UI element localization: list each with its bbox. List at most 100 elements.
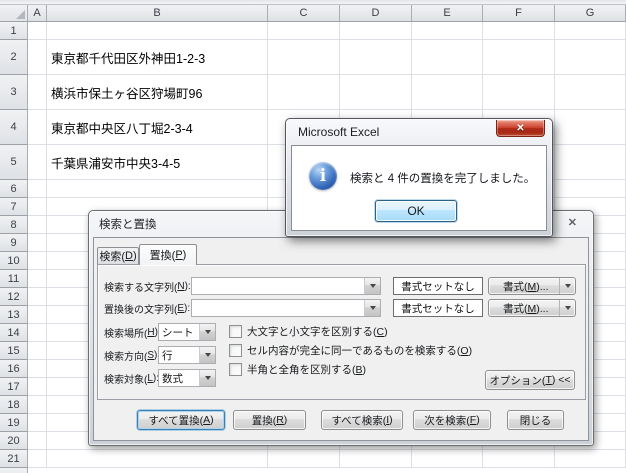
grid-cell[interactable] — [412, 40, 483, 75]
row-header[interactable]: 11 — [0, 270, 28, 288]
match-byte-checkbox-row[interactable]: 半角と全角を区別する(B) — [229, 361, 366, 377]
find-format-button[interactable]: 書式(M)... — [488, 277, 576, 295]
tab-find[interactable]: 検索(D) — [97, 247, 139, 264]
grid-cell[interactable]: 東京都中央区八丁堀2-3-4 — [47, 110, 268, 145]
replace-with-input[interactable] — [191, 299, 381, 317]
close-button[interactable]: 閉じる — [507, 410, 564, 430]
within-dropdown-button[interactable] — [199, 324, 215, 340]
grid-cell[interactable] — [28, 22, 47, 40]
column-header[interactable]: E — [412, 5, 483, 22]
row-header[interactable]: 3 — [0, 75, 28, 110]
column-header[interactable]: C — [268, 5, 340, 22]
grid-cell[interactable] — [268, 450, 340, 468]
row-header[interactable]: 19 — [0, 414, 28, 432]
row-header[interactable]: 9 — [0, 234, 28, 252]
grid-cell[interactable] — [340, 450, 412, 468]
grid-cell[interactable] — [28, 360, 47, 378]
column-header[interactable]: F — [483, 5, 555, 22]
replace-format-button[interactable]: 書式(M)... — [488, 299, 576, 317]
checkbox-icon[interactable] — [229, 324, 242, 338]
row-header[interactable]: 21 — [0, 450, 28, 468]
search-direction-dropdown-button[interactable] — [199, 347, 215, 363]
grid-cell[interactable] — [340, 75, 412, 110]
row-header[interactable]: 16 — [0, 360, 28, 378]
grid-cell[interactable] — [340, 22, 412, 40]
replace-with-dropdown-button[interactable] — [364, 300, 380, 316]
grid-cell[interactable] — [555, 145, 626, 180]
find-all-button[interactable]: すべて検索(I) — [321, 410, 403, 430]
row-header[interactable]: 10 — [0, 252, 28, 270]
grid-cell[interactable] — [340, 40, 412, 75]
replace-all-button[interactable]: すべて置換(A) — [137, 410, 225, 430]
grid-cell[interactable] — [268, 40, 340, 75]
find-what-dropdown-button[interactable] — [364, 278, 380, 294]
replace-format-split-button[interactable] — [559, 300, 575, 316]
grid-cell[interactable] — [412, 75, 483, 110]
grid-cell[interactable] — [47, 450, 268, 468]
grid-cell[interactable] — [47, 22, 268, 40]
column-header[interactable]: D — [340, 5, 412, 22]
grid-cell[interactable] — [555, 450, 626, 468]
grid-cell[interactable] — [483, 22, 555, 40]
message-box-close-button[interactable]: ✕ — [496, 120, 545, 137]
grid-cell[interactable] — [28, 288, 47, 306]
grid-cell[interactable] — [555, 180, 626, 198]
grid-cell[interactable] — [555, 110, 626, 145]
find-what-input[interactable] — [191, 277, 381, 295]
row-header[interactable]: 15 — [0, 342, 28, 360]
grid-cell[interactable] — [28, 145, 47, 180]
close-icon[interactable]: ✕ — [568, 216, 577, 229]
options-button[interactable]: オプション(T) << — [485, 370, 575, 390]
grid-cell[interactable] — [28, 40, 47, 75]
tab-replace[interactable]: 置換(P) — [139, 244, 197, 265]
look-in-select[interactable]: 数式 — [158, 369, 216, 387]
grid-cell[interactable]: 横浜市保土ヶ谷区狩場町96 — [47, 75, 268, 110]
grid-cell[interactable] — [412, 450, 483, 468]
find-next-button[interactable]: 次を検索(F) — [413, 410, 491, 430]
grid-cell[interactable] — [28, 396, 47, 414]
look-in-dropdown-button[interactable] — [199, 370, 215, 386]
grid-cell[interactable]: 東京都千代田区外神田1-2-3 — [47, 40, 268, 75]
grid-cell[interactable] — [483, 450, 555, 468]
grid-cell[interactable] — [28, 252, 47, 270]
checkbox-icon[interactable] — [229, 343, 242, 357]
column-header[interactable]: G — [555, 5, 626, 22]
grid-cell[interactable] — [28, 378, 47, 396]
ok-button[interactable]: OK — [375, 200, 457, 222]
grid-cell[interactable] — [28, 198, 47, 216]
column-header[interactable]: B — [47, 5, 268, 22]
column-header[interactable]: A — [28, 5, 47, 22]
row-header[interactable]: 4 — [0, 110, 28, 145]
replace-button[interactable]: 置換(R) — [233, 410, 306, 430]
grid-cell[interactable] — [555, 40, 626, 75]
grid-cell[interactable] — [483, 75, 555, 110]
match-entire-cell-checkbox-row[interactable]: セル内容が完全に同一であるものを検索する(O) — [229, 342, 472, 358]
grid-cell[interactable] — [28, 270, 47, 288]
grid-cell[interactable] — [28, 414, 47, 432]
grid-cell[interactable] — [28, 216, 47, 234]
grid-cell[interactable] — [28, 342, 47, 360]
row-header[interactable]: 8 — [0, 216, 28, 234]
search-direction-select[interactable]: 行 — [158, 346, 216, 364]
grid-cell[interactable] — [268, 75, 340, 110]
row-header[interactable]: 7 — [0, 198, 28, 216]
row-header[interactable]: 20 — [0, 432, 28, 450]
match-case-checkbox-row[interactable]: 大文字と小文字を区別する(C) — [229, 323, 388, 339]
row-header[interactable]: 17 — [0, 378, 28, 396]
grid-cell[interactable] — [28, 110, 47, 145]
row-header[interactable] — [0, 468, 28, 473]
grid-cell[interactable] — [483, 40, 555, 75]
row-header[interactable]: 1 — [0, 22, 28, 40]
grid-cell[interactable] — [28, 432, 47, 450]
row-header[interactable]: 6 — [0, 180, 28, 198]
within-select[interactable]: シート — [158, 323, 216, 341]
grid-cell[interactable] — [28, 234, 47, 252]
grid-cell[interactable]: 千葉県浦安市中央3-4-5 — [47, 145, 268, 180]
grid-cell[interactable] — [555, 22, 626, 40]
grid-cell[interactable] — [28, 75, 47, 110]
grid-cell[interactable] — [28, 450, 47, 468]
row-header[interactable]: 18 — [0, 396, 28, 414]
row-header[interactable]: 2 — [0, 40, 28, 75]
row-header[interactable]: 12 — [0, 288, 28, 306]
select-all-corner[interactable] — [0, 5, 28, 22]
